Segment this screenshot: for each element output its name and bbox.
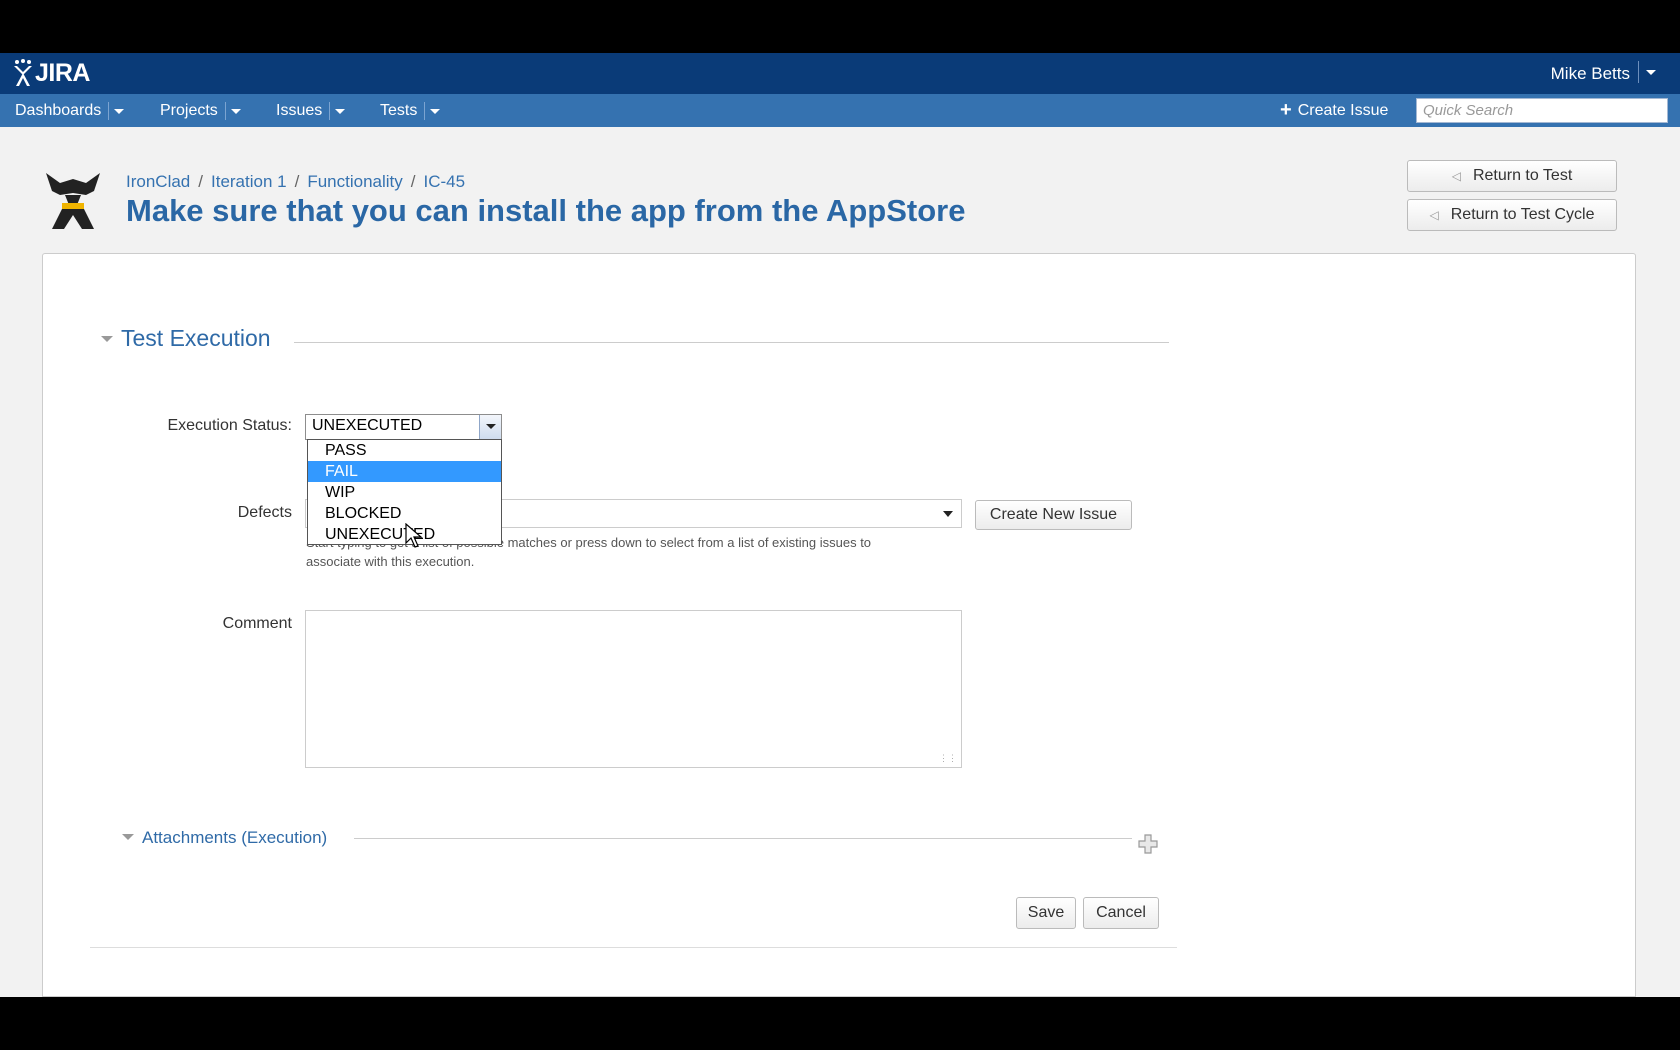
execution-status-value: UNEXECUTED bbox=[312, 417, 423, 434]
mouse-cursor-icon bbox=[405, 523, 423, 548]
letterbox-bottom bbox=[0, 997, 1680, 1050]
test-execution-title: Test Execution bbox=[121, 325, 271, 351]
test-execution-header[interactable]: Test Execution bbox=[101, 325, 271, 352]
add-attachment-icon[interactable] bbox=[1137, 833, 1159, 855]
comment-textarea[interactable]: ⋮⋮ bbox=[305, 610, 962, 768]
cancel-button[interactable]: Cancel bbox=[1083, 897, 1159, 929]
breadcrumb-separator: / bbox=[198, 172, 203, 191]
chevron-down-icon[interactable] bbox=[224, 101, 243, 120]
jira-logo-icon bbox=[14, 59, 32, 86]
breadcrumb-separator: / bbox=[410, 172, 416, 191]
nav-tests-label: Tests bbox=[380, 101, 418, 119]
execution-status-select[interactable]: UNEXECUTED bbox=[305, 414, 502, 440]
collapse-triangle-icon[interactable] bbox=[122, 834, 134, 846]
chevron-down-icon[interactable] bbox=[108, 101, 126, 120]
return-to-test-button[interactable]: ◁ Return to Test bbox=[1407, 160, 1617, 192]
nav-dashboards-label: Dashboards bbox=[15, 101, 102, 119]
resize-grip-icon[interactable]: ⋮⋮ bbox=[939, 753, 957, 764]
create-issue-label: Create Issue bbox=[1297, 101, 1389, 119]
save-button[interactable]: Save bbox=[1016, 897, 1076, 929]
attachments-title: Attachments (Execution) bbox=[142, 828, 328, 847]
breadcrumb: IronClad / Iteration 1 / Functionality /… bbox=[126, 172, 465, 192]
defects-help-line-2: associate with this execution. bbox=[306, 554, 475, 569]
letterbox-top bbox=[0, 0, 1680, 53]
project-avatar bbox=[46, 173, 100, 229]
attachments-divider bbox=[354, 838, 1132, 839]
jira-app: JIRA Mike Betts Dashboards Projects Issu… bbox=[0, 53, 1680, 997]
return-to-test-label: Return to Test bbox=[1472, 167, 1573, 184]
create-new-issue-button[interactable]: Create New Issue bbox=[975, 500, 1132, 530]
plus-icon: + bbox=[1280, 99, 1292, 121]
return-to-test-cycle-button[interactable]: ◁ Return to Test Cycle bbox=[1407, 199, 1617, 231]
jira-logo[interactable]: JIRA bbox=[12, 58, 90, 88]
attachments-header[interactable]: Attachments (Execution) bbox=[122, 828, 327, 848]
cancel-label: Cancel bbox=[1096, 904, 1146, 921]
breadcrumb-separator: / bbox=[294, 172, 300, 191]
dropdown-arrow-icon[interactable] bbox=[479, 415, 501, 439]
chevron-down-icon[interactable] bbox=[329, 101, 347, 120]
execution-status-label: Execution Status: bbox=[167, 417, 292, 434]
create-issue-button[interactable]: + Create Issue bbox=[1280, 94, 1388, 127]
status-option-wip[interactable]: WIP bbox=[308, 482, 501, 503]
collapse-triangle-icon[interactable] bbox=[101, 335, 113, 348]
nav-projects-label: Projects bbox=[160, 101, 218, 119]
arrow-left-icon: ◁ bbox=[1429, 208, 1439, 222]
nav-dashboards[interactable]: Dashboards bbox=[15, 94, 126, 127]
arrow-left-icon: ◁ bbox=[1451, 169, 1461, 183]
jira-logo-text: JIRA bbox=[35, 58, 90, 87]
defects-label: Defects bbox=[237, 504, 292, 521]
return-to-test-cycle-label: Return to Test Cycle bbox=[1450, 206, 1595, 223]
nav-issues[interactable]: Issues bbox=[276, 94, 347, 127]
status-option-fail[interactable]: FAIL bbox=[308, 461, 501, 482]
save-label: Save bbox=[1027, 904, 1065, 921]
main-nav: Dashboards Projects Issues Tests + Creat… bbox=[0, 94, 1680, 127]
top-header: JIRA Mike Betts bbox=[0, 53, 1680, 94]
create-new-issue-label: Create New Issue bbox=[989, 506, 1118, 523]
breadcrumb-iteration[interactable]: Iteration 1 bbox=[211, 172, 287, 192]
section-divider bbox=[294, 342, 1169, 343]
footer-divider bbox=[90, 947, 1177, 948]
page-title: Make sure that you can install the app f… bbox=[126, 193, 966, 228]
nav-issues-label: Issues bbox=[276, 101, 323, 119]
nav-tests[interactable]: Tests bbox=[380, 94, 442, 127]
user-menu[interactable]: Mike Betts bbox=[1551, 64, 1630, 84]
comment-label: Comment bbox=[222, 615, 292, 632]
breadcrumb-issue[interactable]: IC-45 bbox=[424, 172, 466, 192]
status-option-pass[interactable]: PASS bbox=[308, 440, 501, 461]
status-option-blocked[interactable]: BLOCKED bbox=[308, 503, 501, 524]
user-menu-dropdown-icon[interactable] bbox=[1638, 61, 1658, 83]
chevron-down-icon[interactable] bbox=[424, 101, 442, 120]
nav-projects[interactable]: Projects bbox=[160, 94, 243, 127]
breadcrumb-component[interactable]: Functionality bbox=[307, 172, 402, 192]
breadcrumb-project[interactable]: IronClad bbox=[126, 172, 190, 192]
quick-search-input[interactable] bbox=[1416, 98, 1668, 123]
